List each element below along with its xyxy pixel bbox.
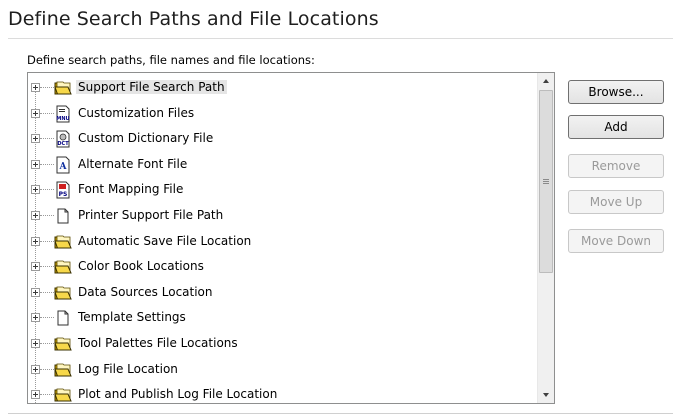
move-down-button[interactable]: Move Down — [568, 229, 664, 253]
grip-line — [543, 179, 549, 180]
tree-item-label: Tool Palettes File Locations — [78, 336, 238, 350]
svg-text:A: A — [59, 162, 68, 172]
tree-branch-line — [40, 87, 54, 88]
remove-button[interactable]: Remove — [568, 154, 664, 178]
scroll-up-arrow-icon[interactable] — [538, 73, 554, 90]
tree-branch-line — [40, 163, 54, 165]
folder-icon — [54, 79, 72, 97]
expand-plus-icon[interactable] — [31, 159, 40, 169]
expand-plus-icon[interactable] — [31, 211, 40, 220]
search-paths-tree[interactable]: Support File Search Path MNU Customization… — [28, 73, 537, 403]
tree-item-label: Customization Files — [78, 105, 195, 120]
tree-branch-line — [40, 394, 54, 396]
page-title: Define Search Paths and File Locations — [8, 8, 379, 30]
tree-branch-line — [40, 343, 54, 344]
svg-text:PS: PS — [59, 191, 68, 198]
ps-file-icon: PS — [54, 181, 72, 199]
expand-plus-icon[interactable] — [31, 287, 40, 297]
folder-icon — [54, 361, 72, 379]
tree-branch-line — [40, 138, 54, 140]
tree-branch-line — [40, 215, 54, 216]
search-paths-tree-panel: Support File Search Path MNU Customization… — [27, 72, 555, 404]
tree-item[interactable]: Log File Location — [28, 357, 537, 383]
tree-item-label: Data Sources Location — [78, 284, 213, 299]
expand-plus-icon[interactable] — [31, 236, 40, 246]
folder-icon — [54, 284, 72, 302]
expand-plus-icon[interactable] — [31, 390, 40, 400]
tree-item[interactable]: Automatic Save File Location — [28, 229, 537, 255]
expand-plus-icon[interactable] — [31, 185, 40, 195]
tree-item-label: Automatic Save File Location — [78, 233, 252, 248]
expand-plus-icon[interactable] — [31, 364, 40, 374]
bottom-divider — [8, 413, 673, 414]
tree-item[interactable]: Support File Search Path — [28, 75, 537, 101]
scroll-down-arrow-icon[interactable] — [538, 386, 554, 403]
tree-item[interactable]: PS Font Mapping File — [28, 177, 537, 203]
expand-plus-icon[interactable] — [31, 313, 40, 323]
grip-line — [543, 181, 549, 182]
tree-item[interactable]: Data Sources Location — [28, 280, 537, 306]
blank-document-icon — [54, 207, 72, 225]
scrollbar-thumb[interactable] — [539, 90, 553, 273]
add-button[interactable]: Add — [568, 115, 664, 139]
tree-item[interactable]: DCT Custom Dictionary File — [28, 126, 537, 152]
tree-branch-line — [40, 189, 54, 191]
expand-plus-icon[interactable] — [31, 134, 40, 144]
folder-icon — [54, 386, 72, 403]
folder-icon — [54, 335, 72, 353]
folder-icon — [54, 233, 72, 251]
tree-branch-line — [40, 240, 54, 242]
expand-plus-icon[interactable] — [31, 108, 40, 118]
tree-item-label: Color Book Locations — [78, 259, 204, 274]
tree-item[interactable]: Template Settings — [28, 305, 537, 331]
tree-item[interactable]: MNU Customization Files — [28, 101, 537, 127]
tree-item[interactable]: A Alternate Font File — [28, 152, 537, 178]
tree-branch-line — [40, 266, 54, 268]
tree-item-label: Custom Dictionary File — [78, 131, 214, 146]
header-divider — [8, 38, 673, 39]
folder-icon — [54, 258, 72, 276]
tree-prompt-label: Define search paths, file names and file… — [27, 53, 315, 67]
dct-file-icon: DCT — [54, 130, 72, 148]
svg-text:DCT: DCT — [57, 141, 69, 147]
tree-item[interactable]: Tool Palettes File Locations — [28, 331, 537, 357]
tree-item[interactable]: Printer Support File Path — [28, 203, 537, 229]
tree-item-label: Plot and Publish Log File Location — [78, 387, 278, 402]
font-file-icon: A — [54, 156, 72, 174]
expand-plus-icon[interactable] — [31, 83, 40, 92]
vertical-scrollbar[interactable] — [537, 73, 554, 403]
tree-item-label: Log File Location — [78, 361, 178, 376]
tree-item[interactable]: Plot and Publish Log File Location — [28, 382, 537, 403]
grip-line — [543, 183, 549, 184]
tree-item-label: Font Mapping File — [78, 182, 184, 197]
expand-plus-icon[interactable] — [31, 339, 40, 348]
tree-item-label: Printer Support File Path — [78, 208, 224, 222]
tree-item[interactable]: Color Book Locations — [28, 254, 537, 280]
tree-item-label: Alternate Font File — [78, 156, 188, 171]
tree-branch-line — [40, 368, 54, 370]
move-up-button[interactable]: Move Up — [568, 190, 664, 214]
tree-branch-line — [40, 112, 54, 114]
tree-branch-line — [40, 317, 54, 319]
browse-button[interactable]: Browse... — [568, 80, 664, 104]
expand-plus-icon[interactable] — [31, 262, 40, 272]
svg-text:MNU: MNU — [56, 116, 69, 122]
tree-item-label: Support File Search Path — [76, 80, 227, 94]
mnu-file-icon: MNU — [54, 105, 72, 123]
blank-document-icon — [54, 309, 72, 327]
tree-branch-line — [40, 291, 54, 293]
tree-item-label: Template Settings — [78, 310, 186, 325]
